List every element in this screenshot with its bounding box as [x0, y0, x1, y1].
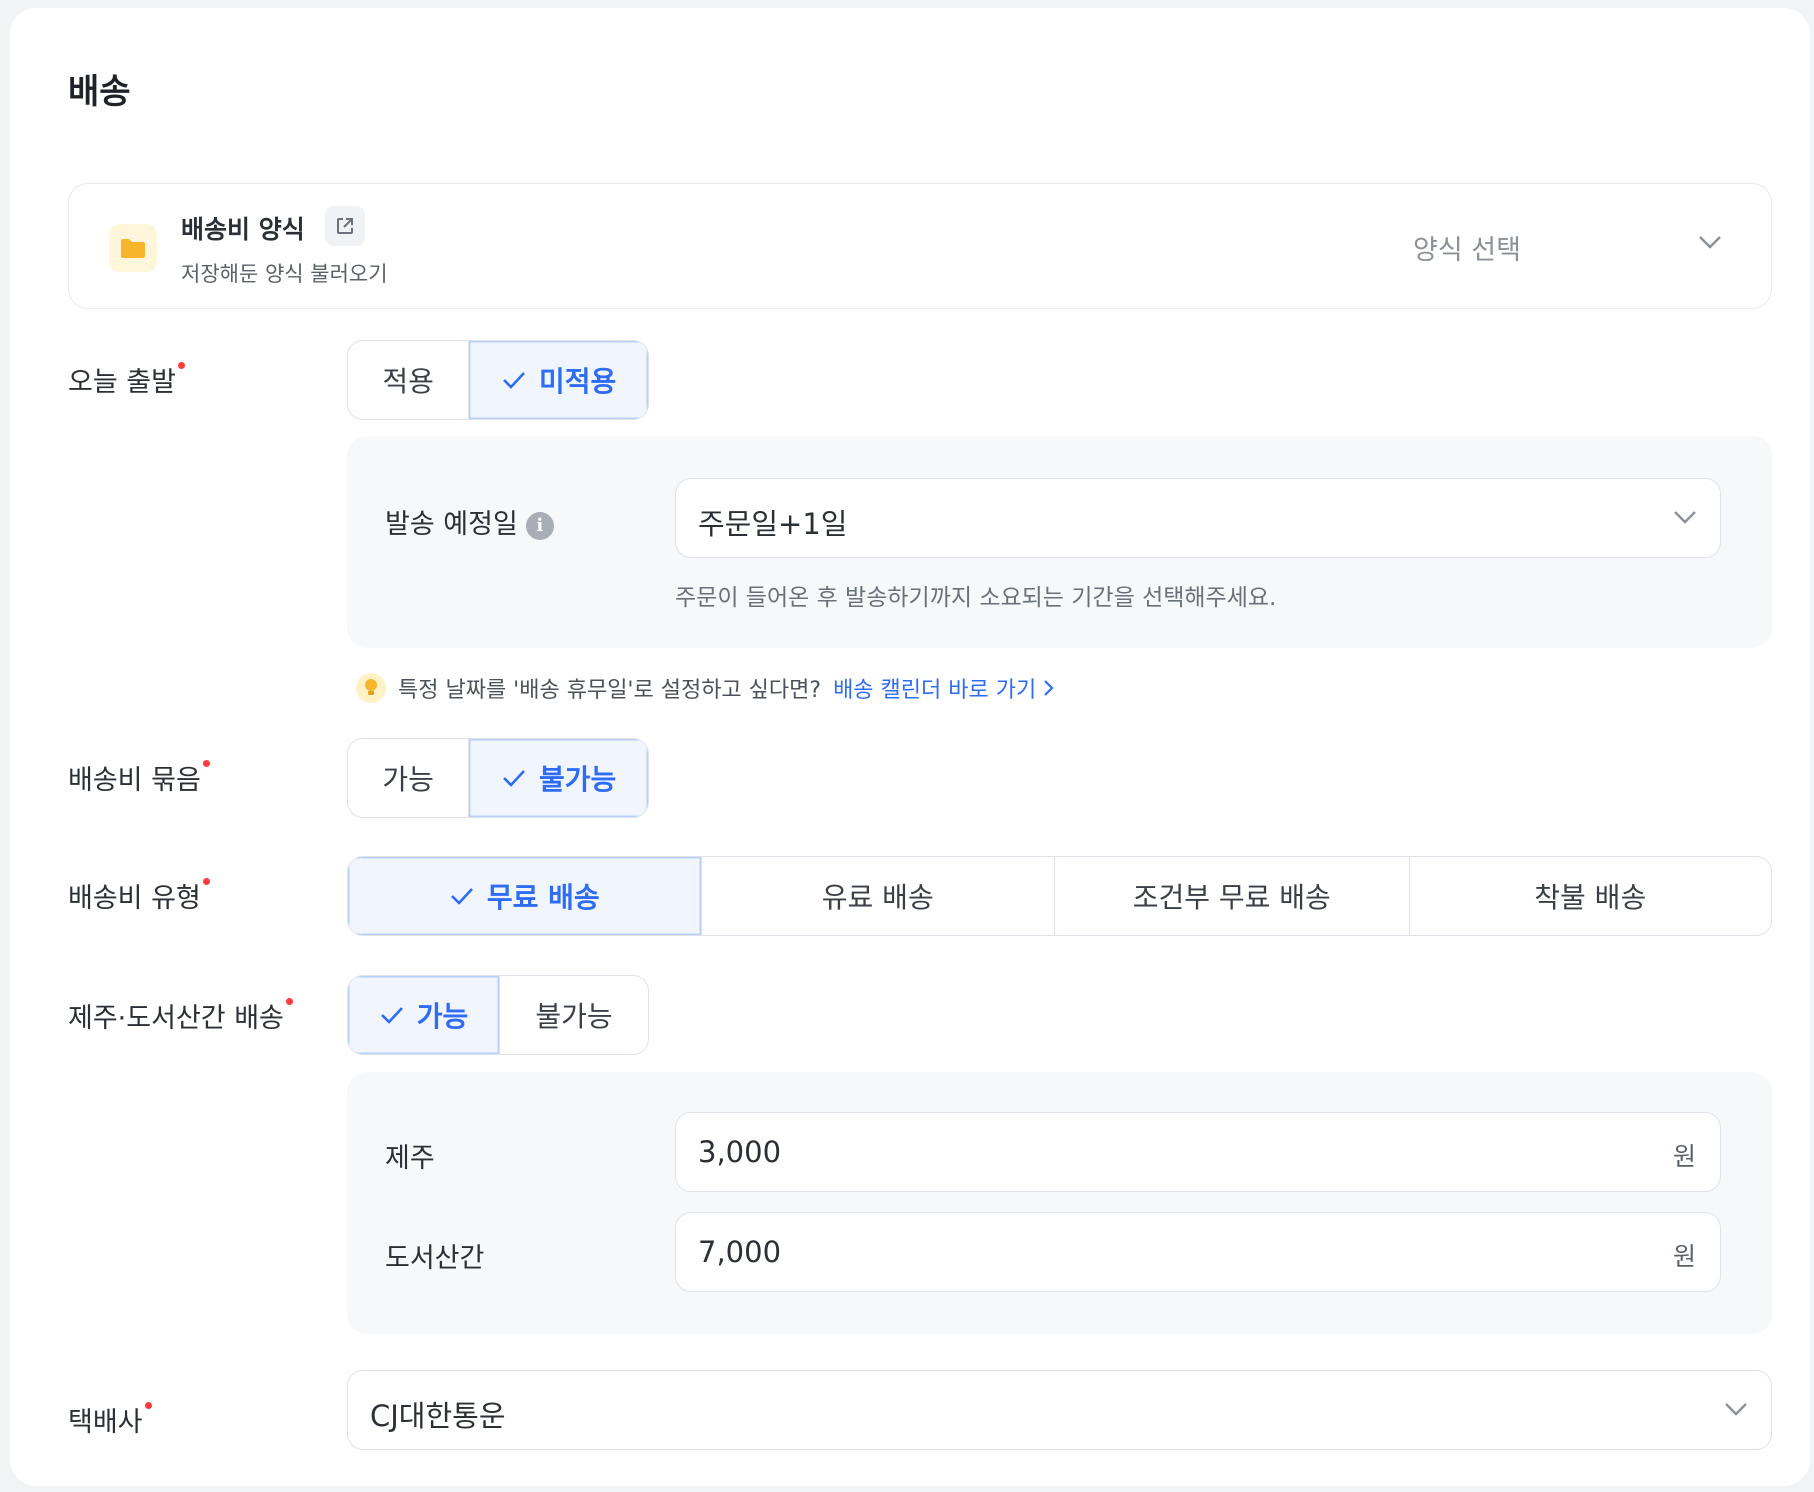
fee-type-cod[interactable]: 착불 배송 [1408, 857, 1771, 935]
bundle-impossible[interactable]: 불가능 [468, 739, 648, 817]
courier-select[interactable]: CJ대한통운 [347, 1370, 1772, 1450]
fee-type-conditional[interactable]: 조건부 무료 배송 [1054, 857, 1409, 935]
fee-type-free[interactable]: 무료 배송 [348, 857, 701, 935]
template-select-placeholder[interactable]: 양식 선택 [1413, 228, 1521, 267]
template-subtitle: 저장해둔 양식 불러오기 [181, 262, 388, 286]
chevron-down-icon[interactable] [1697, 234, 1723, 254]
option-label: 불가능 [538, 763, 617, 796]
option-label: 조건부 무료 배송 [1132, 881, 1331, 914]
lightbulb-icon [356, 673, 386, 703]
remote-fee-input[interactable]: 7,000 원 [675, 1212, 1721, 1292]
shipping-card: 배송 배송비 양식 저장해둔 양식 불러오기 양식 선택 오늘 출발 적용 미적… [10, 8, 1810, 1486]
remote-label: 도서산간 [385, 1243, 485, 1274]
today-departure-apply[interactable]: 적용 [348, 341, 468, 419]
island-impossible[interactable]: 불가능 [498, 976, 648, 1054]
today-departure-label: 오늘 출발 [68, 360, 185, 399]
ship-date-value: 주문일+1일 [698, 507, 848, 541]
island-label: 제주·도서산간 배송 [68, 996, 293, 1035]
chevron-down-icon [1672, 509, 1698, 529]
island-possible[interactable]: 가능 [348, 976, 499, 1054]
ship-date-panel: 발송 예정일 i 주문일+1일 주문이 들어온 후 발송하기까지 소요되는 기간을… [347, 436, 1772, 648]
option-label: 무료 배송 [486, 881, 600, 914]
required-mark [144, 1402, 152, 1409]
required-mark [202, 760, 210, 767]
courier-value: CJ대한통운 [370, 1399, 506, 1433]
option-label: 착불 배송 [1534, 881, 1647, 914]
bundle-possible[interactable]: 가능 [348, 739, 468, 817]
required-mark [285, 998, 293, 1005]
option-label: 불가능 [535, 1000, 613, 1033]
jeju-fee-value: 3,000 [698, 1135, 782, 1169]
chevron-down-icon [1723, 1401, 1749, 1421]
island-toggle: 가능 불가능 [347, 975, 649, 1055]
external-link-icon[interactable] [325, 206, 365, 246]
check-icon [501, 768, 527, 788]
option-label: 가능 [416, 1000, 469, 1033]
shipping-template-selector[interactable]: 배송비 양식 저장해둔 양식 불러오기 양식 선택 [68, 183, 1772, 309]
folder-icon [109, 224, 157, 272]
check-icon [449, 886, 475, 906]
ship-date-hint: 주문이 들어온 후 발송하기까지 소요되는 기간을 선택해주세요. [675, 585, 1277, 611]
bundle-label: 배송비 묶음 [68, 758, 210, 797]
today-departure-not-apply[interactable]: 미적용 [468, 341, 648, 419]
fee-type-paid[interactable]: 유료 배송 [700, 857, 1055, 935]
option-label: 적용 [382, 365, 434, 398]
option-label: 유료 배송 [821, 881, 934, 914]
calendar-link-label: 배송 캘린더 바로 가기 [833, 678, 1037, 703]
chevron-right-icon [1044, 680, 1054, 696]
section-title: 배송 [68, 72, 131, 112]
island-fee-panel: 제주 3,000 원 도서산간 7,000 원 [347, 1072, 1772, 1334]
jeju-fee-unit: 원 [1672, 1142, 1696, 1171]
calendar-link[interactable]: 배송 캘린더 바로 가기 [833, 672, 1054, 704]
check-icon [501, 370, 527, 390]
jeju-label: 제주 [385, 1143, 435, 1174]
option-label: 가능 [382, 763, 434, 796]
remote-fee-value: 7,000 [698, 1235, 782, 1269]
tip-text: 특정 날짜를 '배송 휴무일'로 설정하고 싶다면? [398, 678, 822, 703]
jeju-fee-input[interactable]: 3,000 원 [675, 1112, 1721, 1192]
holiday-tip: 특정 날짜를 '배송 휴무일'로 설정하고 싶다면? 배송 캘린더 바로 가기 [356, 672, 1054, 704]
required-mark [202, 878, 210, 885]
ship-date-label: 발송 예정일 i [385, 502, 554, 541]
option-label: 미적용 [538, 365, 617, 398]
fee-type-label: 배송비 유형 [68, 876, 210, 915]
ship-date-select[interactable]: 주문일+1일 [675, 478, 1721, 558]
fee-type-toggle: 무료 배송 유료 배송 조건부 무료 배송 착불 배송 [347, 856, 1772, 936]
info-icon[interactable]: i [525, 511, 554, 540]
required-mark [177, 362, 185, 369]
remote-fee-unit: 원 [1672, 1242, 1696, 1271]
check-icon [379, 1005, 405, 1025]
template-title: 배송비 양식 [181, 215, 305, 244]
bundle-toggle: 가능 불가능 [347, 738, 649, 818]
today-departure-toggle: 적용 미적용 [347, 340, 649, 420]
courier-label: 택배사 [68, 1400, 152, 1439]
